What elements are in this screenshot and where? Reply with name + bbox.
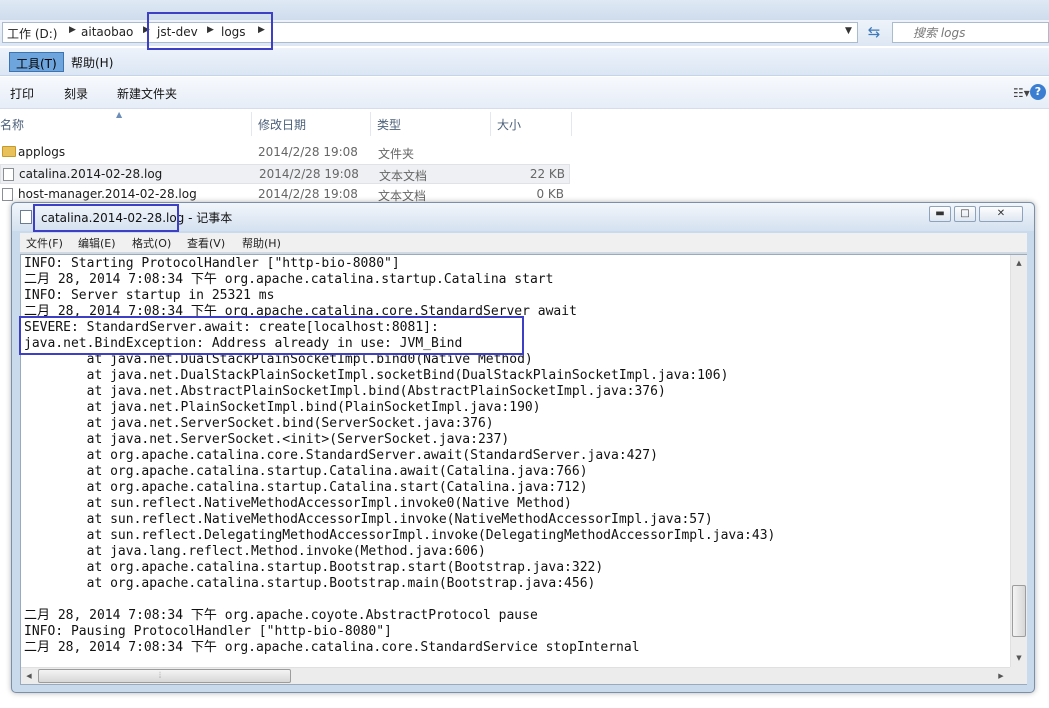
command-bar: 打印 刻录 新建文件夹 ☷▾ ? xyxy=(0,77,1049,109)
vertical-scroll-thumb[interactable] xyxy=(1012,585,1026,637)
scroll-left-icon[interactable]: ◀ xyxy=(21,668,37,684)
file-row-catalina-log[interactable]: catalina.2014-02-28.log 2014/2/28 19:08 … xyxy=(0,164,570,184)
notepad-window[interactable]: catalina.2014-02-28.log - 记事本 ▬ □ ✕ 文件(F… xyxy=(11,202,1035,693)
breadcrumb-drive[interactable]: 工作 (D:) xyxy=(7,25,57,42)
breadcrumb-arrow-icon[interactable]: ▶ xyxy=(258,25,265,35)
horizontal-scrollbar[interactable]: ◀ ⦙ ▶ xyxy=(21,667,1010,684)
notepad-title-app: - 记事本 xyxy=(184,211,233,225)
column-date[interactable]: 修改日期 xyxy=(258,116,306,133)
maximize-button[interactable]: □ xyxy=(954,206,976,222)
file-name: applogs xyxy=(18,145,66,159)
log-line: INFO: Starting ProtocolHandler ["http-bi… xyxy=(24,256,400,271)
close-button[interactable]: ✕ xyxy=(979,206,1023,222)
scroll-up-icon[interactable]: ▲ xyxy=(1011,255,1027,272)
log-line: at sun.reflect.DelegatingMethodAccessorI… xyxy=(24,528,776,543)
file-date: 2014/2/28 19:08 xyxy=(258,187,358,201)
log-line: at java.net.ServerSocket.bind(ServerSock… xyxy=(24,416,494,431)
log-line: at java.lang.reflect.Method.invoke(Metho… xyxy=(24,544,486,559)
file-size: 22 KB xyxy=(529,167,565,181)
help-icon[interactable]: ? xyxy=(1030,84,1046,100)
print-button[interactable]: 打印 xyxy=(10,85,34,102)
log-line: 二月 28, 2014 7:08:34 下午 org.apache.catali… xyxy=(24,304,577,319)
log-line: INFO: Pausing ProtocolHandler ["http-bio… xyxy=(24,624,392,639)
notepad-titlebar[interactable]: catalina.2014-02-28.log - 记事本 ▬ □ ✕ xyxy=(12,203,1034,231)
search-box[interactable] xyxy=(892,22,1049,43)
vertical-scrollbar[interactable]: ▲ ▼ xyxy=(1010,255,1027,667)
log-line: at org.apache.catalina.core.StandardServ… xyxy=(24,448,658,463)
log-line: java.net.BindException: Address already … xyxy=(24,336,463,351)
notepad-title-filename: catalina.2014-02-28.log xyxy=(41,211,185,225)
scroll-grip-icon: ⦙ xyxy=(159,671,162,681)
log-line: at java.net.DualStackPlainSocketImpl.soc… xyxy=(24,368,729,383)
log-line: at java.net.PlainSocketImpl.bind(PlainSo… xyxy=(24,400,541,415)
explorer-menubar: 工具(T) 帮助(H) xyxy=(0,48,1049,76)
log-line: at sun.reflect.NativeMethodAccessorImpl.… xyxy=(24,496,572,511)
breadcrumb-arrow-icon[interactable]: ▶ xyxy=(207,25,214,35)
column-name[interactable]: 名称 xyxy=(0,116,24,133)
menu-help[interactable]: 帮助(H) xyxy=(65,52,119,72)
breadcrumb-aitaobao[interactable]: aitaobao xyxy=(81,25,133,39)
log-line: at java.net.AbstractPlainSocketImpl.bind… xyxy=(24,384,666,399)
text-document-icon xyxy=(3,168,14,181)
menu-view[interactable]: 查看(V) xyxy=(187,235,225,251)
notepad-icon xyxy=(20,210,32,224)
file-date: 2014/2/28 19:08 xyxy=(259,167,359,181)
log-line: 二月 28, 2014 7:08:34 下午 org.apache.catali… xyxy=(24,640,640,655)
menu-tools[interactable]: 工具(T) xyxy=(9,52,64,72)
log-line: at org.apache.catalina.startup.Catalina.… xyxy=(24,480,588,495)
new-folder-button[interactable]: 新建文件夹 xyxy=(117,85,177,102)
notepad-title: catalina.2014-02-28.log - 记事本 xyxy=(41,209,232,226)
burn-button[interactable]: 刻录 xyxy=(64,85,88,102)
breadcrumb-logs[interactable]: logs xyxy=(221,25,246,39)
column-divider[interactable] xyxy=(571,112,572,136)
log-line: SEVERE: StandardServer.await: create[loc… xyxy=(24,320,439,335)
log-text[interactable]: INFO: Starting ProtocolHandler ["http-bi… xyxy=(22,256,1009,666)
notepad-menubar: 文件(F) 编辑(E) 格式(O) 查看(V) 帮助(H) xyxy=(20,233,1027,253)
log-line: 二月 28, 2014 7:08:34 下午 org.apache.coyote… xyxy=(24,608,538,623)
file-name: catalina.2014-02-28.log xyxy=(19,167,163,181)
breadcrumb-arrow-icon[interactable]: ▶ xyxy=(143,25,150,35)
notepad-text-area[interactable]: INFO: Starting ProtocolHandler ["http-bi… xyxy=(20,254,1027,685)
log-line: at org.apache.catalina.startup.Bootstrap… xyxy=(24,576,596,591)
file-size: 0 KB xyxy=(536,187,564,201)
scrollbar-corner xyxy=(1010,667,1027,684)
log-line: 二月 28, 2014 7:08:34 下午 org.apache.catali… xyxy=(24,272,554,287)
file-type: 文件夹 xyxy=(378,147,415,161)
column-divider[interactable] xyxy=(251,112,252,136)
folder-icon xyxy=(2,146,16,157)
column-divider[interactable] xyxy=(370,112,371,136)
search-input[interactable] xyxy=(913,24,1043,42)
log-line: at java.net.ServerSocket.<init>(ServerSo… xyxy=(24,432,510,447)
minimize-button[interactable]: ▬ xyxy=(929,206,951,222)
log-line: at sun.reflect.NativeMethodAccessorImpl.… xyxy=(24,512,713,527)
text-document-icon xyxy=(2,188,13,201)
address-dropdown-icon[interactable]: ▼ xyxy=(845,26,852,36)
menu-format[interactable]: 格式(O) xyxy=(132,235,171,251)
file-row-applogs[interactable]: applogs 2014/2/28 19:08 文件夹 xyxy=(0,143,570,163)
scroll-down-icon[interactable]: ▼ xyxy=(1011,650,1027,667)
menu-edit[interactable]: 编辑(E) xyxy=(78,235,116,251)
file-name: host-manager.2014-02-28.log xyxy=(18,187,197,201)
horizontal-scroll-thumb[interactable]: ⦙ xyxy=(38,669,291,683)
log-line: at java.net.DualStackPlainSocketImpl.bin… xyxy=(24,352,533,367)
scroll-right-icon[interactable]: ▶ xyxy=(993,668,1009,684)
file-type: 文本文档 xyxy=(379,169,428,183)
menu-help[interactable]: 帮助(H) xyxy=(242,235,281,251)
breadcrumb-arrow-icon[interactable]: ▶ xyxy=(69,25,76,35)
log-line: at org.apache.catalina.startup.Catalina.… xyxy=(24,464,588,479)
sort-ascending-icon: ▲ xyxy=(116,110,123,119)
breadcrumb-jst-dev[interactable]: jst-dev xyxy=(157,25,198,39)
column-size[interactable]: 大小 xyxy=(497,116,521,133)
file-date: 2014/2/28 19:08 xyxy=(258,145,358,159)
address-bar[interactable]: 工作 (D:) ▶ aitaobao ▶ jst-dev ▶ logs ▶ ▼ xyxy=(2,22,858,43)
view-options-icon[interactable]: ☷▾ xyxy=(1013,86,1030,100)
title-strip xyxy=(0,0,1049,20)
column-header: ▲ 名称 修改日期 类型 大小 xyxy=(0,110,1049,136)
log-line: INFO: Server startup in 25321 ms xyxy=(24,288,275,303)
menu-file[interactable]: 文件(F) xyxy=(26,235,63,251)
log-line: at org.apache.catalina.startup.Bootstrap… xyxy=(24,560,604,575)
column-divider[interactable] xyxy=(490,112,491,136)
column-type[interactable]: 类型 xyxy=(377,116,401,133)
refresh-icon[interactable]: ⇆ xyxy=(862,22,886,44)
